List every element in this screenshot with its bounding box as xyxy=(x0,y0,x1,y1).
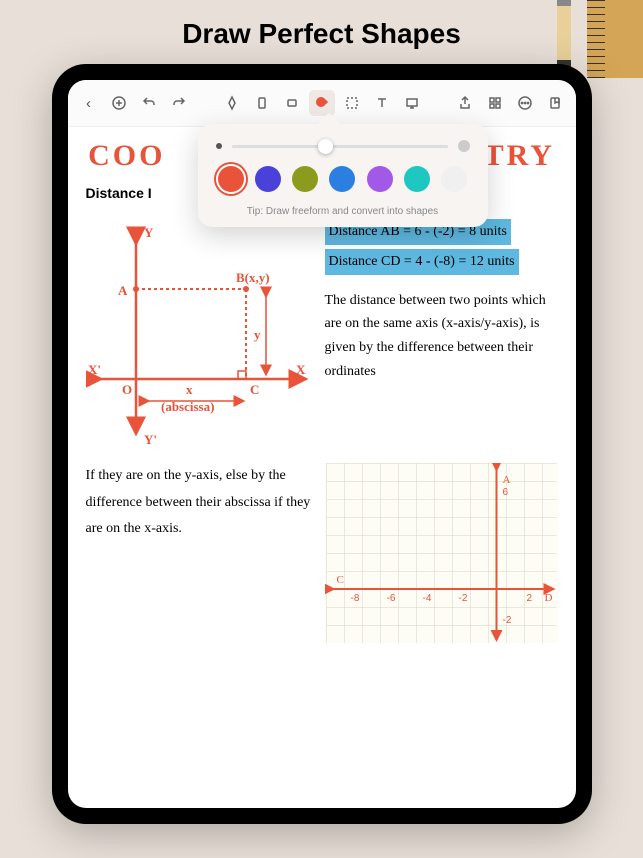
svg-text:-2: -2 xyxy=(502,615,511,626)
svg-text:x: x xyxy=(186,382,193,397)
svg-text:C: C xyxy=(336,574,343,586)
slider-thumb[interactable] xyxy=(318,139,333,154)
highlight-2: Distance CD = 4 - (-8) = 12 units xyxy=(325,249,519,275)
highlighter-tool[interactable] xyxy=(249,90,275,116)
color-swatch-none[interactable] xyxy=(441,166,467,192)
svg-text:Y: Y xyxy=(144,225,154,240)
shape-options-popover: Tip: Draw freeform and convert into shap… xyxy=(198,124,488,227)
slider-min-icon xyxy=(216,143,222,149)
text-tool[interactable] xyxy=(369,90,395,116)
svg-text:X: X xyxy=(296,362,306,377)
lasso-tool[interactable] xyxy=(339,90,365,116)
bookmark-button[interactable] xyxy=(542,90,568,116)
paragraph-2: If they are on the y-axis, else by the d… xyxy=(86,463,311,643)
paragraph-1: The distance between two points which ar… xyxy=(325,289,558,384)
svg-text:C: C xyxy=(250,382,259,397)
more-button[interactable] xyxy=(512,90,538,116)
popover-tip: Tip: Draw freeform and convert into shap… xyxy=(216,206,470,217)
slider-track[interactable] xyxy=(232,145,448,148)
color-swatch-teal[interactable] xyxy=(404,166,430,192)
eraser-tool[interactable] xyxy=(279,90,305,116)
title-left: COO xyxy=(88,139,165,172)
tablet-frame: ‹ xyxy=(52,64,592,824)
svg-text:6: 6 xyxy=(502,487,508,498)
color-swatch-blue[interactable] xyxy=(329,166,355,192)
svg-text:B(x,y): B(x,y) xyxy=(236,270,270,285)
undo-button[interactable] xyxy=(136,90,162,116)
color-swatch-olive[interactable] xyxy=(292,166,318,192)
color-row xyxy=(216,166,470,192)
back-button[interactable]: ‹ xyxy=(76,90,102,116)
svg-text:-6: -6 xyxy=(386,593,395,604)
coordinate-diagram: Y Y' X X' O A B(x,y) C x y (abscissa) xyxy=(86,219,311,449)
svg-text:2: 2 xyxy=(526,593,532,604)
screen: ‹ xyxy=(68,80,576,808)
present-tool[interactable] xyxy=(399,90,425,116)
slider-max-icon xyxy=(458,140,470,152)
pages-button[interactable] xyxy=(482,90,508,116)
shape-tool[interactable] xyxy=(309,90,335,116)
svg-text:A: A xyxy=(118,283,128,298)
share-button[interactable] xyxy=(452,90,478,116)
svg-text:Y': Y' xyxy=(144,432,157,447)
sub-left: Distance I xyxy=(86,185,152,201)
svg-text:A: A xyxy=(502,474,510,486)
redo-button[interactable] xyxy=(166,90,192,116)
promo-pencil xyxy=(557,0,571,70)
add-button[interactable] xyxy=(106,90,132,116)
title-right: TRY xyxy=(484,139,555,172)
svg-text:D: D xyxy=(544,592,552,604)
svg-text:X': X' xyxy=(88,362,101,377)
svg-text:-8: -8 xyxy=(350,593,359,604)
stroke-width-slider[interactable] xyxy=(216,140,470,152)
notes-right: Distance AB = 6 - (-2) = 8 units Distanc… xyxy=(325,219,558,449)
grid-plot: A C D 6 -2 -8 -6 -4 -2 2 xyxy=(325,463,558,643)
svg-text:-2: -2 xyxy=(458,593,467,604)
pen-tool[interactable] xyxy=(219,90,245,116)
color-swatch-indigo[interactable] xyxy=(255,166,281,192)
promo-title: Draw Perfect Shapes xyxy=(0,0,643,64)
svg-text:y: y xyxy=(254,327,261,342)
color-swatch-orange[interactable] xyxy=(218,166,244,192)
svg-text:O: O xyxy=(122,382,132,397)
promo-ruler xyxy=(587,0,643,78)
svg-text:-4: -4 xyxy=(422,593,431,604)
color-swatch-purple[interactable] xyxy=(367,166,393,192)
